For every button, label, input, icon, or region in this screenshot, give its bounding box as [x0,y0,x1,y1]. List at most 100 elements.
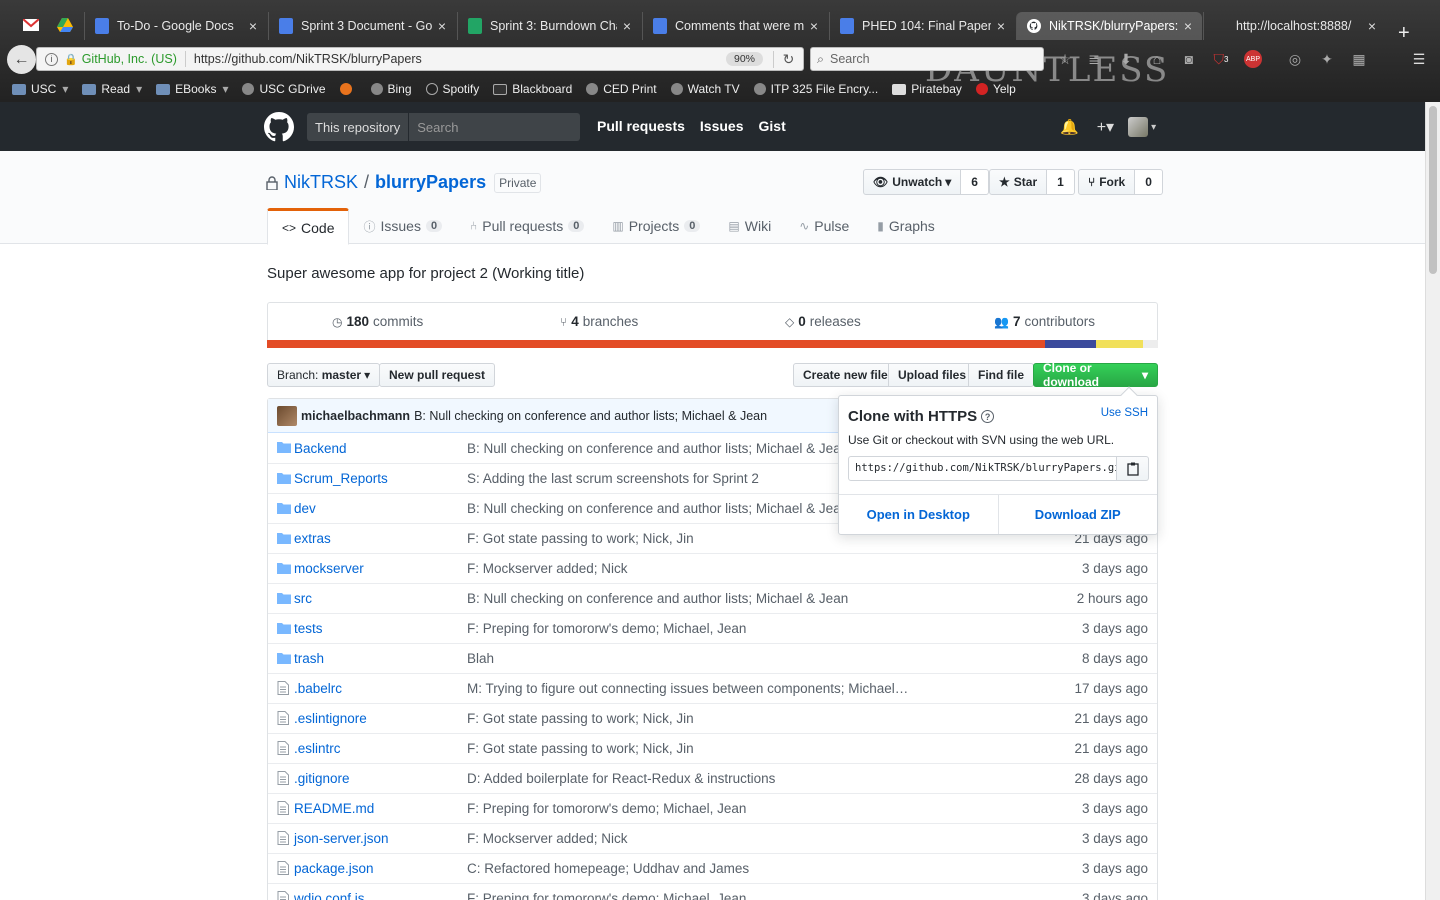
file-name-link[interactable]: README.md [294,801,374,816]
grid-icon[interactable]: ▦ [1350,50,1368,68]
fork-button[interactable]: ⑂ Fork [1078,169,1136,195]
commit-message-link[interactable]: F: Preping for tomororw's demo; Michael,… [467,621,746,636]
tab-projects[interactable]: ▥ Projects 0 [598,208,714,244]
commit-message-link[interactable]: M: Trying to figure out connecting issue… [467,681,908,696]
watch-count[interactable]: 6 [961,169,989,195]
hamburger-menu-icon[interactable]: ☰ [1410,50,1428,68]
language-segment[interactable] [1095,340,1143,348]
create-new-file-button[interactable]: Create new file [793,363,898,387]
tab-pulse[interactable]: ∿ Pulse [785,208,863,244]
tab-localhost[interactable]: http://localhost:8888/ × [1203,12,1386,40]
commit-message-link[interactable]: B: Null checking on conference and autho… [467,501,848,516]
file-name-link[interactable]: Backend [294,441,347,456]
reload-icon[interactable]: ↻ [773,50,803,68]
extension-icon[interactable]: ◎ [1286,50,1304,68]
bookmark-yelp[interactable]: Yelp [975,82,1016,96]
scrollbar-thumb[interactable] [1429,106,1437,274]
reading-list-icon[interactable]: ≣ [1085,50,1103,68]
page-scrollbar[interactable] [1425,102,1440,900]
commit-message-link[interactable]: F: Got state passing to work; Nick, Jin [467,531,694,546]
fork-count[interactable]: 0 [1135,169,1163,195]
commit-message-link[interactable]: F: Mockserver added; Nick [467,561,628,576]
close-icon[interactable]: × [997,18,1005,34]
commit-message-link[interactable]: F: Mockserver added; Nick [467,831,628,846]
bookmark-watch-tv[interactable]: Watch TV [670,82,740,96]
bookmark-usc-gdrive[interactable]: USC GDrive [242,82,326,96]
releases-link[interactable]: ◇ 0 releases [785,314,861,329]
upload-files-button[interactable]: Upload files [888,363,977,387]
file-name-link[interactable]: dev [294,501,316,516]
adblock-plus-icon[interactable]: ABP [1244,50,1262,68]
bookmark-ced-print[interactable]: CED Print [586,82,657,96]
info-icon[interactable]: i [45,52,58,66]
file-name-link[interactable]: .babelrc [294,681,342,696]
nav-issues[interactable]: Issues [700,118,744,134]
download-zip-button[interactable]: Download ZIP [999,495,1158,534]
commit-message-link[interactable]: S: Adding the last scrum screenshots for… [467,471,759,486]
language-segment[interactable] [1044,340,1096,348]
drive-pinned-tab[interactable] [54,14,76,36]
bookmark-read[interactable]: Read ▾ [82,82,142,96]
ublock-icon[interactable]: ⛉ 3 [1212,50,1230,68]
file-name-link[interactable]: extras [294,531,331,546]
back-button[interactable]: ← [7,45,36,74]
close-icon[interactable]: × [1368,18,1376,34]
close-icon[interactable]: × [438,18,446,34]
bookmark-bing[interactable]: Bing [370,82,412,96]
bookmark-ebooks[interactable]: EBooks ▾ [156,82,228,96]
browser-search-input[interactable]: ⌕ Search [810,47,1044,71]
commits-link[interactable]: ◷ 180 commits [332,314,423,329]
star-count[interactable]: 1 [1047,169,1075,195]
url-text[interactable]: https://github.com/NikTRSK/blurryPapers [194,52,726,66]
file-name-link[interactable]: .eslintignore [294,711,367,726]
commit-message-link[interactable]: F: Got state passing to work; Nick, Jin [467,741,694,756]
tab-phed-paper[interactable]: PHED 104: Final Paper - × [829,12,1015,40]
close-icon[interactable]: × [623,18,631,34]
nav-gist[interactable]: Gist [759,118,786,134]
find-file-button[interactable]: Find file [968,363,1034,387]
close-icon[interactable]: × [1184,18,1192,34]
close-icon[interactable]: × [249,18,257,34]
copy-to-clipboard-button[interactable] [1117,456,1149,481]
contributors-link[interactable]: 👥 7 contributors [994,314,1095,329]
new-pull-request-button[interactable]: New pull request [379,363,496,387]
branch-select[interactable]: Branch: master ▾ [267,363,381,387]
nav-pull-requests[interactable]: Pull requests [597,118,685,134]
file-name-link[interactable]: Scrum_Reports [294,471,388,486]
tab-graphs[interactable]: ▮ Graphs [863,208,949,244]
clone-or-download-button[interactable]: Clone or download ▾ [1033,361,1158,389]
clone-url-input[interactable]: https://github.com/NikTRSK/blurryPapers.… [848,456,1117,481]
pocket-icon[interactable]: ◙ [1180,50,1198,68]
repo-search[interactable]: This repository Search [307,113,580,141]
file-name-link[interactable]: wdio.conf.js [294,891,365,900]
tab-todo[interactable]: To-Do - Google Docs × [84,12,267,40]
tab-code[interactable]: <> Code [267,208,350,245]
star-bookmark-icon[interactable]: ☆ [1056,50,1074,68]
tab-pull-requests[interactable]: ⑃ Pull requests 0 [456,208,598,244]
close-icon[interactable]: × [810,18,818,34]
tab-github-blurrypapers[interactable]: NikTRSK/blurryPapers: S × [1016,12,1202,40]
commit-message-link[interactable]: Blah [467,651,494,666]
branches-link[interactable]: ⑂ 4 branches [560,314,638,329]
file-name-link[interactable]: .eslintrc [294,741,341,756]
commit-message-link[interactable]: B: Null checking on conference and autho… [467,441,848,456]
puzzle-icon[interactable]: ✦ [1318,50,1336,68]
tab-burndown-chart[interactable]: Sprint 3: Burndown Char × [457,12,641,40]
language-bar[interactable] [267,340,1158,348]
file-name-link[interactable]: src [294,591,312,606]
commit-author[interactable]: michaelbachmann [301,409,410,423]
bell-icon[interactable]: 🔔 [1060,118,1079,136]
bookmark-spotify[interactable]: Spotify [425,82,479,96]
unwatch-button[interactable]: 👁 Unwatch ▾ [863,169,962,195]
bookmark-blackboard[interactable]: Blackboard [493,82,572,96]
commit-message[interactable]: B: Null checking on conference and autho… [414,409,767,423]
tab-wiki[interactable]: ▤ Wiki [714,208,785,244]
plus-dropdown[interactable]: +▾ [1097,117,1114,137]
file-name-link[interactable]: package.json [294,861,374,876]
file-name-link[interactable]: tests [294,621,323,636]
file-name-link[interactable]: trash [294,651,324,666]
commit-message-link[interactable]: B: Null checking on conference and autho… [467,591,848,606]
tab-sprint3-document[interactable]: Sprint 3 Document - Goo × [268,12,456,40]
help-icon[interactable]: ? [981,410,995,423]
bookmark-circle[interactable] [339,83,357,95]
